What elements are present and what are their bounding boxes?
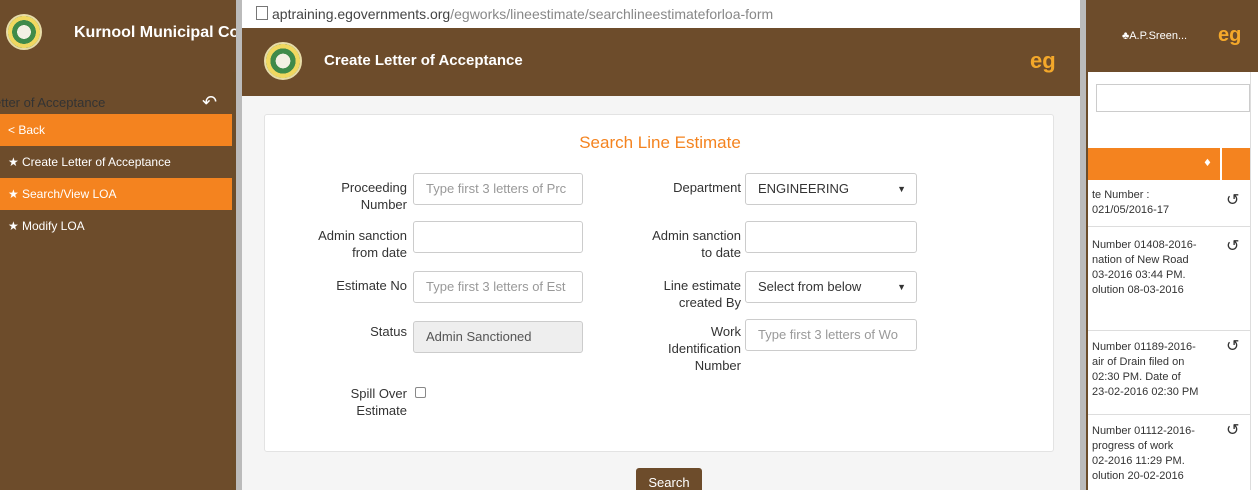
star-icon: ★ <box>8 219 19 233</box>
star-icon: ★ <box>8 187 19 201</box>
created-by-label: Line estimate created By <box>663 278 741 310</box>
table-header[interactable]: ♦ <box>1088 148 1220 180</box>
admin-sanction-to-label: Admin sanction to date <box>652 228 741 260</box>
table-row: Number 01112-2016- progress of work 02-2… <box>1092 425 1195 482</box>
sidebar-item-create-loa[interactable]: ★ Create Letter of Acceptance <box>0 146 232 178</box>
popup-title: Create Letter of Acceptance <box>324 52 523 69</box>
spill-over-checkbox[interactable] <box>415 387 426 398</box>
sidebar-item-search-view-loa[interactable]: ★ Search/View LOA <box>0 178 232 210</box>
sidebar-item-modify-loa[interactable]: ★ Modify LOA <box>0 210 232 242</box>
row-divider <box>1088 414 1250 415</box>
chevron-down-icon: ▼ <box>897 184 906 194</box>
popup-header: Create Letter of Acceptance eg <box>242 28 1080 96</box>
table-header-actions <box>1222 148 1250 180</box>
admin-sanction-to-date-input[interactable] <box>745 221 917 253</box>
sidebar-title: etter of Acceptance <box>0 95 106 110</box>
row-divider <box>1088 226 1250 227</box>
municipal-emblem-logo <box>6 14 42 50</box>
star-icon: ★ <box>8 155 19 169</box>
department-select[interactable]: ENGINEERING ▼ <box>745 173 917 205</box>
collapse-sidebar-icon[interactable]: ↶ <box>202 92 217 113</box>
municipal-emblem-logo <box>264 42 302 80</box>
history-icon[interactable]: ↺ <box>1226 190 1239 209</box>
url-text: aptraining.egovernments.org/egworks/line… <box>272 6 774 22</box>
egov-logo: eg <box>1030 48 1056 73</box>
sidebar-item-back[interactable]: < Back <box>0 114 232 146</box>
scrollbar-track[interactable] <box>1250 72 1258 490</box>
history-icon[interactable]: ↺ <box>1226 336 1239 355</box>
address-bar[interactable]: aptraining.egovernments.org/egworks/line… <box>242 0 1080 28</box>
table-row: Number 01408-2016- nation of New Road 03… <box>1092 239 1197 296</box>
created-by-select[interactable]: Select from below ▼ <box>745 271 917 303</box>
app-title: Kurnool Municipal Co <box>74 24 240 41</box>
sidebar: etter of Acceptance ↶ < Back ★ Create Let… <box>0 72 232 490</box>
sort-icon[interactable]: ♦ <box>1203 158 1212 169</box>
status-label: Status <box>370 324 407 339</box>
proceeding-number-input[interactable]: Type first 3 letters of Prc <box>413 173 583 205</box>
form-heading: Search Line Estimate <box>579 133 741 152</box>
row-divider <box>1088 330 1250 331</box>
work-identification-input[interactable]: Type first 3 letters of Wo <box>745 319 917 351</box>
proceeding-number-label: Proceeding Number <box>341 180 407 212</box>
chevron-down-icon: ▼ <box>897 282 906 292</box>
history-icon[interactable]: ↺ <box>1226 420 1239 439</box>
search-form-card: Search Line Estimate Proceeding Number T… <box>264 114 1054 452</box>
search-button[interactable]: Search <box>636 468 702 490</box>
spill-over-label: Spill Over Estimate <box>350 386 407 418</box>
estimate-no-label: Estimate No <box>336 278 407 293</box>
admin-sanction-from-date-input[interactable] <box>413 221 583 253</box>
table-row: Number 01189-2016- air of Drain filed on… <box>1092 341 1199 398</box>
popup-window: aptraining.egovernments.org/egworks/line… <box>236 0 1086 490</box>
egov-logo: eg <box>1218 24 1242 46</box>
history-icon[interactable]: ↺ <box>1226 236 1239 255</box>
table-search-input[interactable] <box>1096 84 1250 112</box>
table-row: te Number : 021/05/2016-17 <box>1092 189 1170 216</box>
user-menu[interactable]: ♣A.P.Sreen... <box>1122 30 1187 42</box>
admin-sanction-from-label: Admin sanction from date <box>318 228 407 260</box>
status-input: Admin Sanctioned <box>413 321 583 353</box>
work-identification-label: Work Identification Number <box>668 324 741 373</box>
department-label: Department <box>673 180 741 195</box>
estimate-no-input[interactable]: Type first 3 letters of Est <box>413 271 583 303</box>
page-icon <box>256 6 268 20</box>
